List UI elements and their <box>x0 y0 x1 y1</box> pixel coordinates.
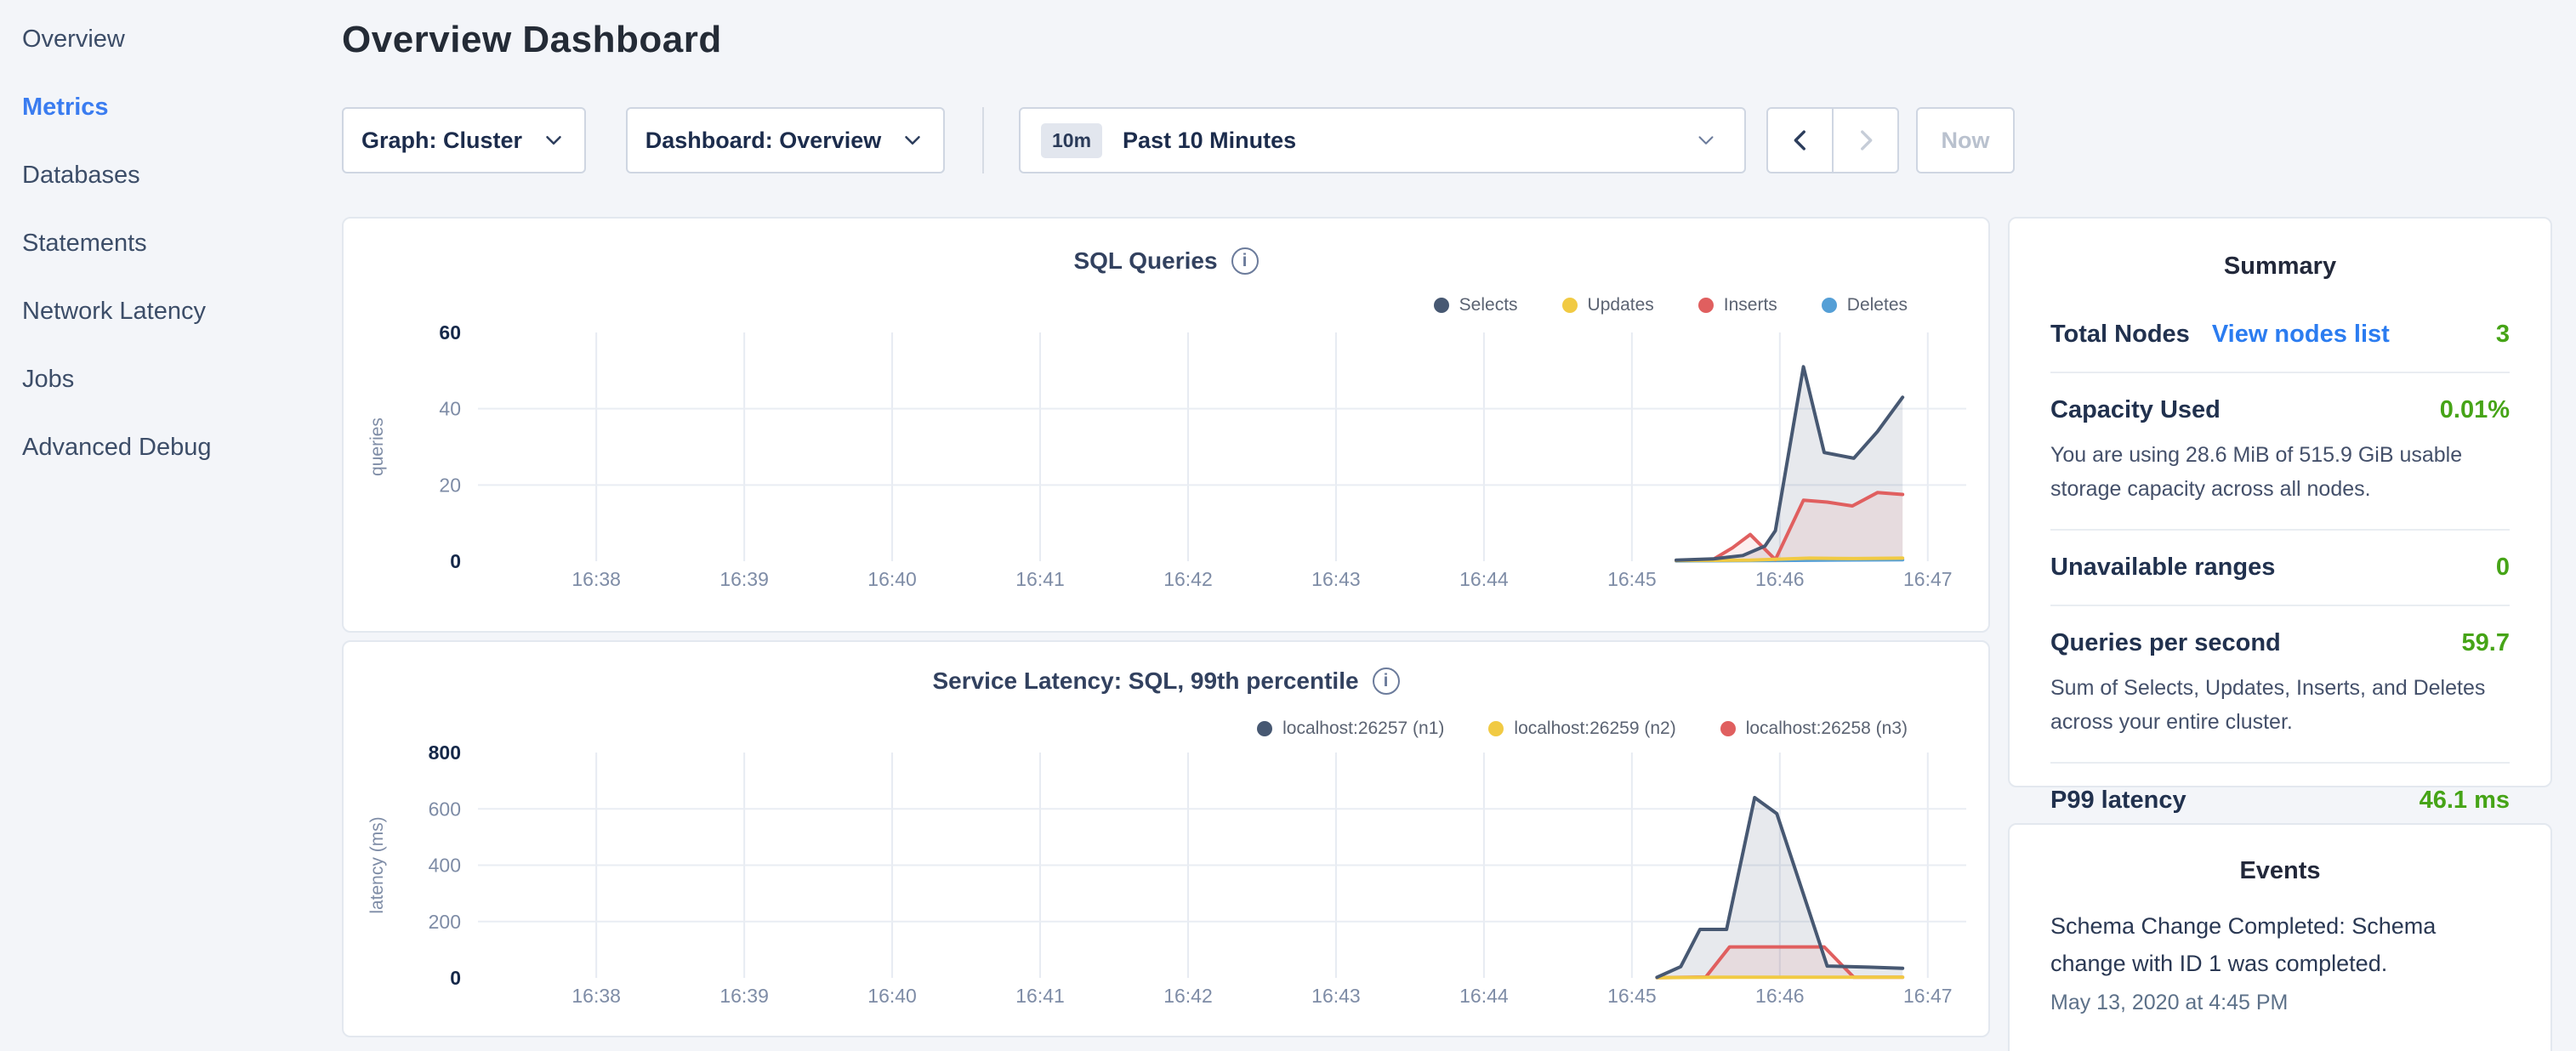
x-axis-tick-label: 16:38 <box>571 985 621 1007</box>
summary-row-capacity-used: Capacity Used 0.01% You are using 28.6 M… <box>2050 373 2510 531</box>
now-button[interactable]: Now <box>1916 107 2015 173</box>
graph-dropdown-label: Graph: Cluster <box>361 128 522 154</box>
time-window-badge: 10m <box>1041 123 1102 158</box>
chevron-down-icon <box>541 128 566 153</box>
x-axis-tick-label: 16:40 <box>867 985 917 1007</box>
latency-chart[interactable]: 0 200 400 600 800 16:38 16:39 16:40 16:41 16:42 16… <box>344 642 1992 1039</box>
p99-latency-value: 46.1 ms <box>2420 787 2510 815</box>
y-axis-tick-label: 0 <box>450 967 461 989</box>
view-nodes-list-link[interactable]: View nodes list <box>2212 321 2390 349</box>
chevron-down-icon <box>900 128 925 153</box>
chevron-left-icon <box>1786 126 1815 155</box>
x-axis-tick-label: 16:47 <box>1903 985 1953 1007</box>
event-text: Schema Change Completed: Schema change w… <box>2050 907 2510 982</box>
chevron-right-icon <box>1851 126 1880 155</box>
x-axis-tick-label: 16:44 <box>1459 568 1509 590</box>
sidebar-item-metrics[interactable]: Metrics <box>0 73 340 141</box>
sidebar-list: OverviewMetricsDatabasesStatementsNetwor… <box>0 0 340 481</box>
events-panel: Events Schema Change Completed: Schema c… <box>2008 823 2552 1051</box>
sidebar-nav: OverviewMetricsDatabasesStatementsNetwor… <box>0 0 340 1051</box>
x-axis-tick-label: 16:42 <box>1163 985 1213 1007</box>
next-time-button[interactable] <box>1832 107 1899 173</box>
y-axis-tick-label: 0 <box>450 550 461 572</box>
y-axis-tick-label: 40 <box>439 398 461 420</box>
toolbar-divider <box>982 107 984 173</box>
x-axis-tick-label: 16:40 <box>867 568 917 590</box>
x-axis-tick-label: 16:43 <box>1311 568 1361 590</box>
x-axis-tick-label: 16:42 <box>1163 568 1213 590</box>
event-timestamp: May 13, 2020 at 4:45 PM <box>2050 991 2510 1015</box>
queries-per-second-value: 59.7 <box>2462 629 2510 657</box>
now-button-label: Now <box>1942 128 1990 154</box>
sql-queries-chart[interactable]: 0 20 40 60 16:38 16:39 16:40 16:41 16:42 16:43 16:… <box>344 219 1992 634</box>
queries-per-second-subtext: Sum of Selects, Updates, Inserts, and De… <box>2050 671 2510 739</box>
y-axis-tick-label: 800 <box>429 741 461 764</box>
page-title: Overview Dashboard <box>342 19 722 61</box>
dashboard-dropdown-label: Dashboard: Overview <box>645 128 882 154</box>
summary-row-total-nodes: Total Nodes View nodes list 3 <box>2050 298 2510 373</box>
x-axis-tick-label: 16:44 <box>1459 985 1509 1007</box>
x-axis-tick-label: 16:46 <box>1755 568 1805 590</box>
sidebar-item-databases[interactable]: Databases <box>0 141 340 209</box>
x-axis-tick-label: 16:45 <box>1607 985 1657 1007</box>
y-axis-tick-label: 200 <box>429 911 461 933</box>
y-axis-tick-label: 60 <box>439 321 461 344</box>
events-title: Events <box>2050 857 2510 885</box>
app-root: OverviewMetricsDatabasesStatementsNetwor… <box>0 0 2576 1051</box>
sql-queries-panel: SQL Queries i SelectsUpdatesInsertsDelet… <box>342 217 1990 633</box>
latency-panel: Service Latency: SQL, 99th percentile i … <box>342 640 1990 1037</box>
x-axis-tick-label: 16:38 <box>571 568 621 590</box>
x-axis-tick-label: 16:39 <box>719 568 769 590</box>
y-axis-tick-label: 400 <box>429 855 461 877</box>
x-axis-tick-label: 16:45 <box>1607 568 1657 590</box>
summary-row-queries-per-second: Queries per second 59.7 Sum of Selects, … <box>2050 606 2510 764</box>
x-axis-tick-label: 16:43 <box>1311 985 1361 1007</box>
x-axis-tick-label: 16:46 <box>1755 985 1805 1007</box>
sidebar-item-network-latency[interactable]: Network Latency <box>0 277 340 345</box>
event-list-item[interactable]: Schema Change Completed: Schema change w… <box>2050 907 2510 1015</box>
sidebar-item-overview[interactable]: Overview <box>0 5 340 73</box>
capacity-used-subtext: You are using 28.6 MiB of 515.9 GiB usab… <box>2050 438 2510 506</box>
total-nodes-value: 3 <box>2496 321 2510 349</box>
capacity-used-label: Capacity Used <box>2050 396 2221 424</box>
capacity-used-value: 0.01% <box>2440 396 2510 424</box>
time-range-dropdown[interactable]: 10m Past 10 Minutes <box>1019 107 1746 173</box>
y-axis-title: latency (ms) <box>367 816 387 913</box>
dashboard-dropdown[interactable]: Dashboard: Overview <box>626 107 945 173</box>
sidebar-item-advanced-debug[interactable]: Advanced Debug <box>0 413 340 481</box>
y-axis-title: queries <box>367 418 387 476</box>
time-window-label: Past 10 Minutes <box>1123 128 1296 154</box>
graph-dropdown[interactable]: Graph: Cluster <box>342 107 586 173</box>
x-axis-tick-label: 16:39 <box>719 985 769 1007</box>
y-axis-tick-label: 20 <box>439 474 461 496</box>
unavailable-ranges-value: 0 <box>2496 554 2510 582</box>
summary-row-unavailable-ranges: Unavailable ranges 0 <box>2050 531 2510 606</box>
summary-title: Summary <box>2050 253 2510 281</box>
queries-per-second-label: Queries per second <box>2050 629 2281 657</box>
summary-panel: Summary Total Nodes View nodes list 3 Ca… <box>2008 217 2552 787</box>
x-axis-tick-label: 16:47 <box>1903 568 1953 590</box>
unavailable-ranges-label: Unavailable ranges <box>2050 554 2275 582</box>
p99-latency-label: P99 latency <box>2050 787 2186 815</box>
chevron-down-icon <box>1693 128 1719 153</box>
y-axis-tick-label: 600 <box>429 798 461 820</box>
prev-time-button[interactable] <box>1766 107 1834 173</box>
sidebar-item-jobs[interactable]: Jobs <box>0 345 340 413</box>
x-axis-tick-label: 16:41 <box>1015 985 1065 1007</box>
total-nodes-label: Total Nodes <box>2050 321 2190 349</box>
sidebar-item-statements[interactable]: Statements <box>0 209 340 277</box>
x-axis-tick-label: 16:41 <box>1015 568 1065 590</box>
